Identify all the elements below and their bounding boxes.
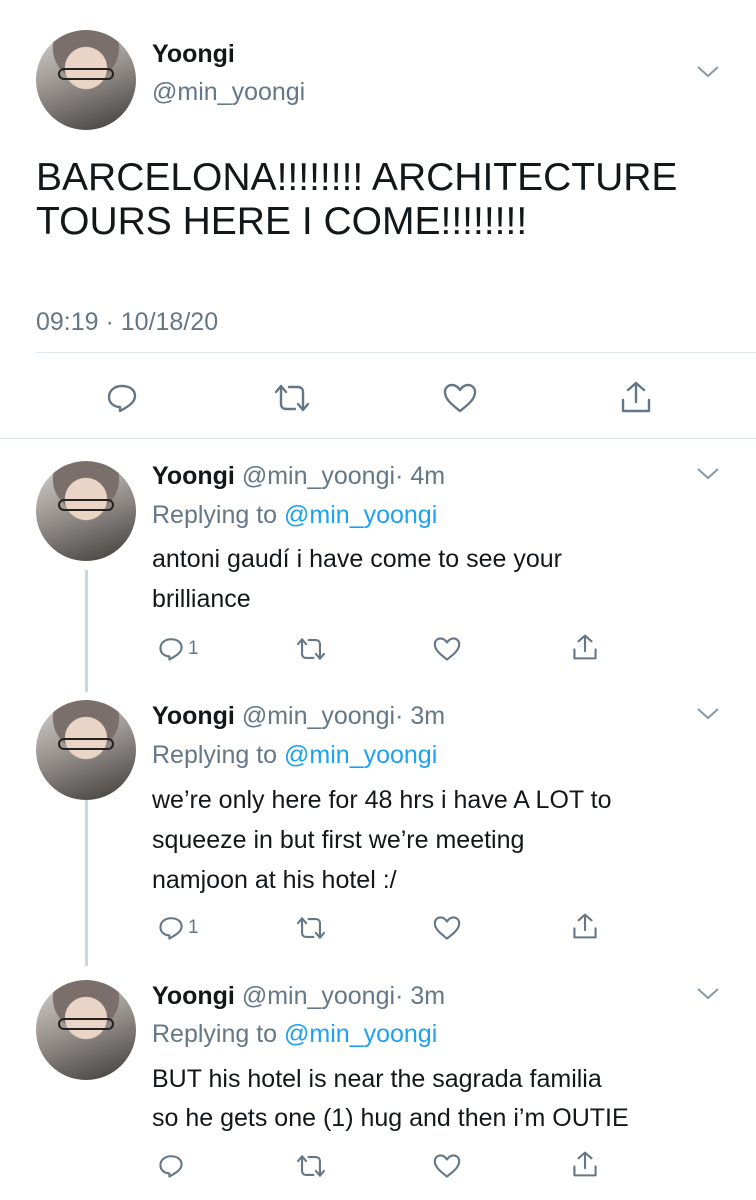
chevron-down-icon[interactable] — [696, 986, 720, 1002]
like-icon[interactable] — [433, 915, 461, 941]
replying-to-link[interactable]: @min_yoongi — [284, 1020, 437, 1048]
tweet-text-line: TOURS HERE I COME!!!!!!!! — [36, 200, 528, 243]
reply-count: 1 — [188, 638, 199, 659]
divider — [0, 438, 756, 439]
author-handle[interactable]: @min_yoongi — [242, 702, 395, 730]
divider — [36, 352, 756, 353]
tweet-time: · 3m — [395, 702, 446, 730]
author-handle[interactable]: @min_yoongi — [242, 462, 395, 490]
author-name[interactable]: Yoongi — [152, 462, 235, 490]
retweet-icon[interactable] — [274, 382, 310, 414]
avatar[interactable] — [36, 461, 136, 561]
tweet-text-line: namjoon at his hotel :/ — [152, 866, 397, 894]
share-icon[interactable] — [572, 912, 598, 940]
thread-line — [85, 570, 88, 692]
reply-icon[interactable] — [106, 382, 138, 414]
replying-to-label: Replying to — [152, 1020, 278, 1048]
reply-count: 1 — [188, 917, 199, 938]
tweet-text-line: we’re only here for 48 hrs i have A LOT … — [152, 786, 612, 814]
like-icon[interactable] — [433, 636, 461, 662]
retweet-icon[interactable] — [296, 636, 326, 662]
retweet-icon[interactable] — [296, 915, 326, 941]
avatar[interactable] — [36, 980, 136, 1080]
retweet-icon[interactable] — [296, 1153, 326, 1179]
tweet-text-line: BARCELONA!!!!!!!! ARCHITECTURE — [36, 156, 678, 199]
replying-to-link[interactable]: @min_yoongi — [284, 741, 437, 769]
reply-icon[interactable] — [158, 915, 184, 941]
like-icon[interactable] — [443, 382, 477, 414]
avatar[interactable] — [36, 30, 136, 130]
tweet-text-line: antoni gaudí i have come to see your — [152, 545, 562, 573]
avatar[interactable] — [36, 700, 136, 800]
author-name[interactable]: Yoongi — [152, 982, 235, 1010]
share-icon[interactable] — [572, 1150, 598, 1178]
author-handle[interactable]: @min_yoongi — [242, 982, 395, 1010]
share-icon[interactable] — [620, 380, 652, 414]
share-icon[interactable] — [572, 633, 598, 661]
replying-to-label: Replying to — [152, 741, 278, 769]
reply-icon[interactable] — [158, 636, 184, 662]
reply-icon[interactable] — [158, 1153, 184, 1179]
chevron-down-icon[interactable] — [696, 64, 720, 80]
replying-to-link[interactable]: @min_yoongi — [284, 501, 437, 529]
like-icon[interactable] — [433, 1153, 461, 1179]
tweet-timestamp: 09:19 · 10/18/20 — [36, 308, 219, 336]
tweet-text-line: brilliance — [152, 585, 251, 613]
thread-line — [85, 796, 88, 966]
chevron-down-icon[interactable] — [696, 466, 720, 482]
author-name[interactable]: Yoongi — [152, 702, 235, 730]
tweet-text-line: so he gets one (1) hug and then i’m OUTI… — [152, 1104, 629, 1132]
replying-to-label: Replying to — [152, 501, 278, 529]
tweet-text-line: squeeze in but first we’re meeting — [152, 826, 525, 854]
author-name[interactable]: Yoongi — [152, 40, 235, 69]
tweet-time: · 4m — [395, 462, 446, 490]
tweet-text-line: BUT his hotel is near the sagrada famili… — [152, 1065, 602, 1093]
chevron-down-icon[interactable] — [696, 706, 720, 722]
author-handle[interactable]: @min_yoongi — [152, 78, 305, 107]
tweet-time: · 3m — [395, 982, 446, 1010]
